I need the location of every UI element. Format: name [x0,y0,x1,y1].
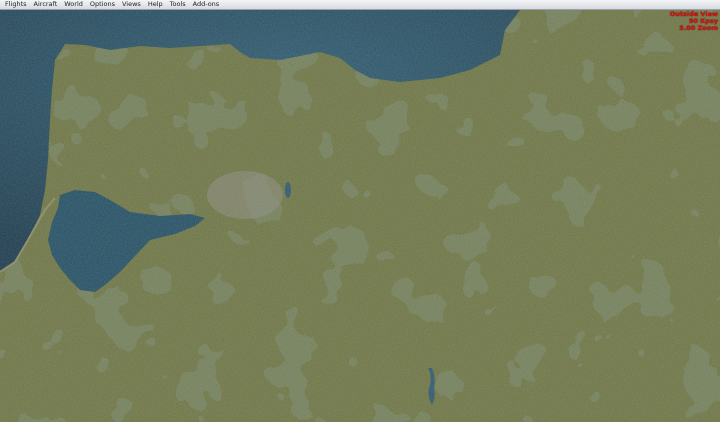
menu-bar: Flights Aircraft World Options Views Hel… [0,0,720,10]
zoom-label: 5.00 Zoom [679,24,718,32]
menu-views[interactable]: Views [120,0,146,9]
terrain-texture [0,0,720,422]
menu-add-ons[interactable]: Add-ons [191,0,225,9]
view-status-overlay: Outside View 90 Kpsy 5.00 Zoom [670,11,718,32]
menu-world[interactable]: World [62,0,88,9]
menu-help[interactable]: Help [146,0,168,9]
menu-flights[interactable]: Flights [3,0,32,9]
menu-tools[interactable]: Tools [168,0,191,9]
menu-aircraft[interactable]: Aircraft [32,0,63,9]
menu-options[interactable]: Options [88,0,120,9]
terrain-map-view[interactable] [0,0,720,422]
